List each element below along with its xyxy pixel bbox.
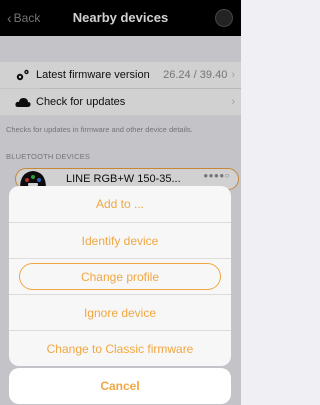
identify-device-button[interactable]: Identify device [9, 222, 231, 258]
action-sheet-title: Add to ... [95, 197, 145, 211]
ignore-device-button[interactable]: Ignore device [9, 294, 231, 330]
change-profile-button[interactable]: Change profile [9, 258, 231, 294]
selection-ring [19, 263, 221, 290]
action-sheet: Add to ... Identify device Change profil… [9, 186, 231, 366]
change-classic-firmware-button[interactable]: Change to Classic firmware [9, 330, 231, 366]
cancel-button[interactable]: Cancel [9, 368, 231, 404]
